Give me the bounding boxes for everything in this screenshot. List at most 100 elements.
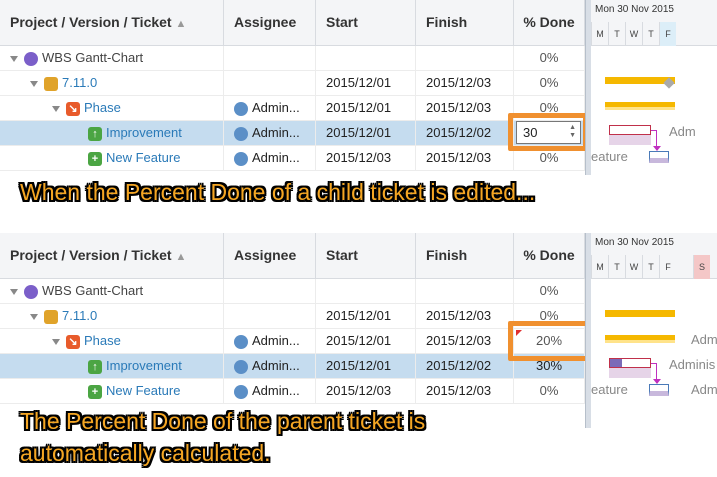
assignee-name: Admin... bbox=[252, 100, 300, 115]
table-row[interactable]: + New Feature Admin... 2015/12/03 2015/12… bbox=[0, 146, 585, 171]
gantt-day: F bbox=[659, 22, 676, 46]
avatar bbox=[234, 101, 248, 116]
task-bar-new-feature[interactable] bbox=[649, 151, 669, 163]
table-row[interactable]: ↘ Phase Admin... 2015/12/01 2015/12/03 20… bbox=[0, 329, 585, 354]
gantt-body: Adm eature bbox=[591, 46, 717, 195]
ticket-name[interactable]: Improvement bbox=[106, 125, 182, 140]
caption-text: The Percent Done of the parent ticket is bbox=[20, 408, 426, 434]
done-cell[interactable]: 0% bbox=[514, 46, 585, 71]
collapse-icon[interactable] bbox=[10, 55, 18, 62]
ticket-name[interactable]: Improvement bbox=[106, 358, 182, 373]
finish-cell bbox=[416, 46, 514, 71]
gantt-bar-label: eature bbox=[591, 382, 628, 397]
task-bar-new-feature[interactable] bbox=[649, 384, 669, 396]
column-header-done[interactable]: % Done bbox=[514, 0, 585, 46]
ticket-name: WBS Gantt-Chart bbox=[42, 283, 144, 298]
gantt-day: F bbox=[659, 255, 676, 279]
column-header-ticket[interactable]: Project / Version / Ticket ▲ bbox=[0, 233, 224, 279]
column-header-finish[interactable]: Finish bbox=[416, 233, 514, 279]
avatar bbox=[234, 334, 248, 349]
assignee-cell bbox=[224, 304, 316, 329]
finish-cell: 2015/12/02 bbox=[416, 354, 514, 379]
highlight-box bbox=[508, 321, 592, 361]
start-cell: 2015/12/01 bbox=[316, 304, 416, 329]
column-header-ticket[interactable]: Project / Version / Ticket ▲ bbox=[0, 0, 224, 46]
finish-cell bbox=[416, 279, 514, 304]
task-progress-fill bbox=[610, 359, 622, 367]
column-header-finish[interactable]: Finish bbox=[416, 0, 514, 46]
collapse-icon[interactable] bbox=[52, 338, 60, 345]
column-header-start[interactable]: Start bbox=[316, 233, 416, 279]
column-header-start[interactable]: Start bbox=[316, 0, 416, 46]
improvement-icon: ↑ bbox=[88, 126, 102, 141]
gantt-panel-before: Project / Version / Ticket ▲ Assignee St… bbox=[0, 0, 717, 195]
table-row[interactable]: WBS Gantt-Chart 0% bbox=[0, 46, 585, 71]
ticket-name[interactable]: Phase bbox=[84, 333, 121, 348]
avatar bbox=[234, 151, 248, 166]
collapse-icon[interactable] bbox=[30, 313, 38, 320]
collapse-icon[interactable] bbox=[30, 80, 38, 87]
ticket-name[interactable]: 7.11.0 bbox=[62, 308, 97, 323]
collapse-icon[interactable] bbox=[52, 105, 60, 112]
table-row[interactable]: ↘ Phase Admin... 2015/12/01 2015/12/03 0% bbox=[0, 96, 585, 121]
ticket-name: WBS Gantt-Chart bbox=[42, 50, 144, 65]
task-bar-improvement[interactable] bbox=[609, 125, 651, 135]
start-cell: 2015/12/01 bbox=[316, 354, 416, 379]
column-header-assignee[interactable]: Assignee bbox=[224, 233, 316, 279]
gantt-bar-label: Adm bbox=[691, 382, 717, 397]
task-bar-base bbox=[609, 135, 651, 145]
table-row[interactable]: + New Feature Admin... 2015/12/03 2015/12… bbox=[0, 379, 585, 404]
table-row[interactable]: 7.11.0 2015/12/01 2015/12/03 0% bbox=[0, 71, 585, 96]
version-icon bbox=[44, 76, 58, 91]
gantt-bar-label: Adminis bbox=[669, 357, 716, 372]
finish-cell: 2015/12/03 bbox=[416, 329, 514, 354]
sort-up-icon: ▲ bbox=[175, 18, 187, 30]
gantt-month-label: Mon 30 Nov 2015 bbox=[595, 237, 674, 248]
done-cell[interactable]: 0% bbox=[514, 379, 585, 404]
table-row-selected[interactable]: ↑ Improvement Admin... 2015/12/01 2015/12… bbox=[0, 354, 585, 379]
start-cell: 2015/12/01 bbox=[316, 121, 416, 146]
phase-icon: ↘ bbox=[66, 334, 80, 349]
table-row-selected[interactable]: ↑ Improvement Admin... 2015/12/01 2015/12… bbox=[0, 121, 585, 146]
ticket-name[interactable]: Phase bbox=[84, 100, 121, 115]
gantt-panel-after: Project / Version / Ticket ▲ Assignee St… bbox=[0, 233, 717, 428]
finish-cell: 2015/12/03 bbox=[416, 96, 514, 121]
avatar bbox=[234, 359, 248, 374]
phase-bar[interactable] bbox=[605, 102, 675, 110]
table-row[interactable]: 7.11.0 2015/12/01 2015/12/03 0% bbox=[0, 304, 585, 329]
sort-up-icon: ▲ bbox=[175, 251, 187, 263]
gantt-header: Mon 30 Nov 2015 M T W T F S bbox=[591, 233, 717, 279]
start-cell: 2015/12/01 bbox=[316, 96, 416, 121]
phase-bar[interactable] bbox=[605, 335, 675, 343]
ticket-name[interactable]: New Feature bbox=[106, 150, 180, 165]
finish-cell: 2015/12/03 bbox=[416, 146, 514, 171]
start-cell: 2015/12/03 bbox=[316, 379, 416, 404]
project-icon bbox=[24, 51, 38, 66]
gantt-day: T bbox=[608, 255, 625, 279]
version-bar[interactable] bbox=[605, 310, 675, 317]
assignee-cell bbox=[224, 279, 316, 304]
collapse-icon[interactable] bbox=[10, 288, 18, 295]
table-row[interactable]: WBS Gantt-Chart 0% bbox=[0, 279, 585, 304]
gantt-day: M bbox=[591, 22, 608, 46]
start-cell bbox=[316, 279, 416, 304]
assignee-name: Admin... bbox=[252, 383, 300, 398]
ticket-name[interactable]: 7.11.0 bbox=[62, 75, 97, 90]
gantt-body: Adm Adminis eature Adm bbox=[591, 279, 717, 428]
start-cell: 2015/12/01 bbox=[316, 71, 416, 96]
gantt-day: T bbox=[642, 255, 659, 279]
assignee-name: Admin... bbox=[252, 333, 300, 348]
done-cell[interactable]: 0% bbox=[514, 71, 585, 96]
gantt-bar-label: eature bbox=[591, 149, 628, 164]
finish-cell: 2015/12/03 bbox=[416, 71, 514, 96]
gantt-month-label: Mon 30 Nov 2015 bbox=[595, 4, 674, 15]
caption-text: When the Percent Done of a child ticket … bbox=[20, 179, 536, 205]
column-header-done[interactable]: % Done bbox=[514, 233, 585, 279]
caption-text: automatically calculated. bbox=[20, 440, 271, 466]
start-cell: 2015/12/03 bbox=[316, 146, 416, 171]
ticket-name[interactable]: New Feature bbox=[106, 383, 180, 398]
task-bar-base bbox=[609, 368, 651, 378]
column-header-assignee[interactable]: Assignee bbox=[224, 0, 316, 46]
assignee-cell bbox=[224, 71, 316, 96]
done-cell[interactable]: 0% bbox=[514, 279, 585, 304]
